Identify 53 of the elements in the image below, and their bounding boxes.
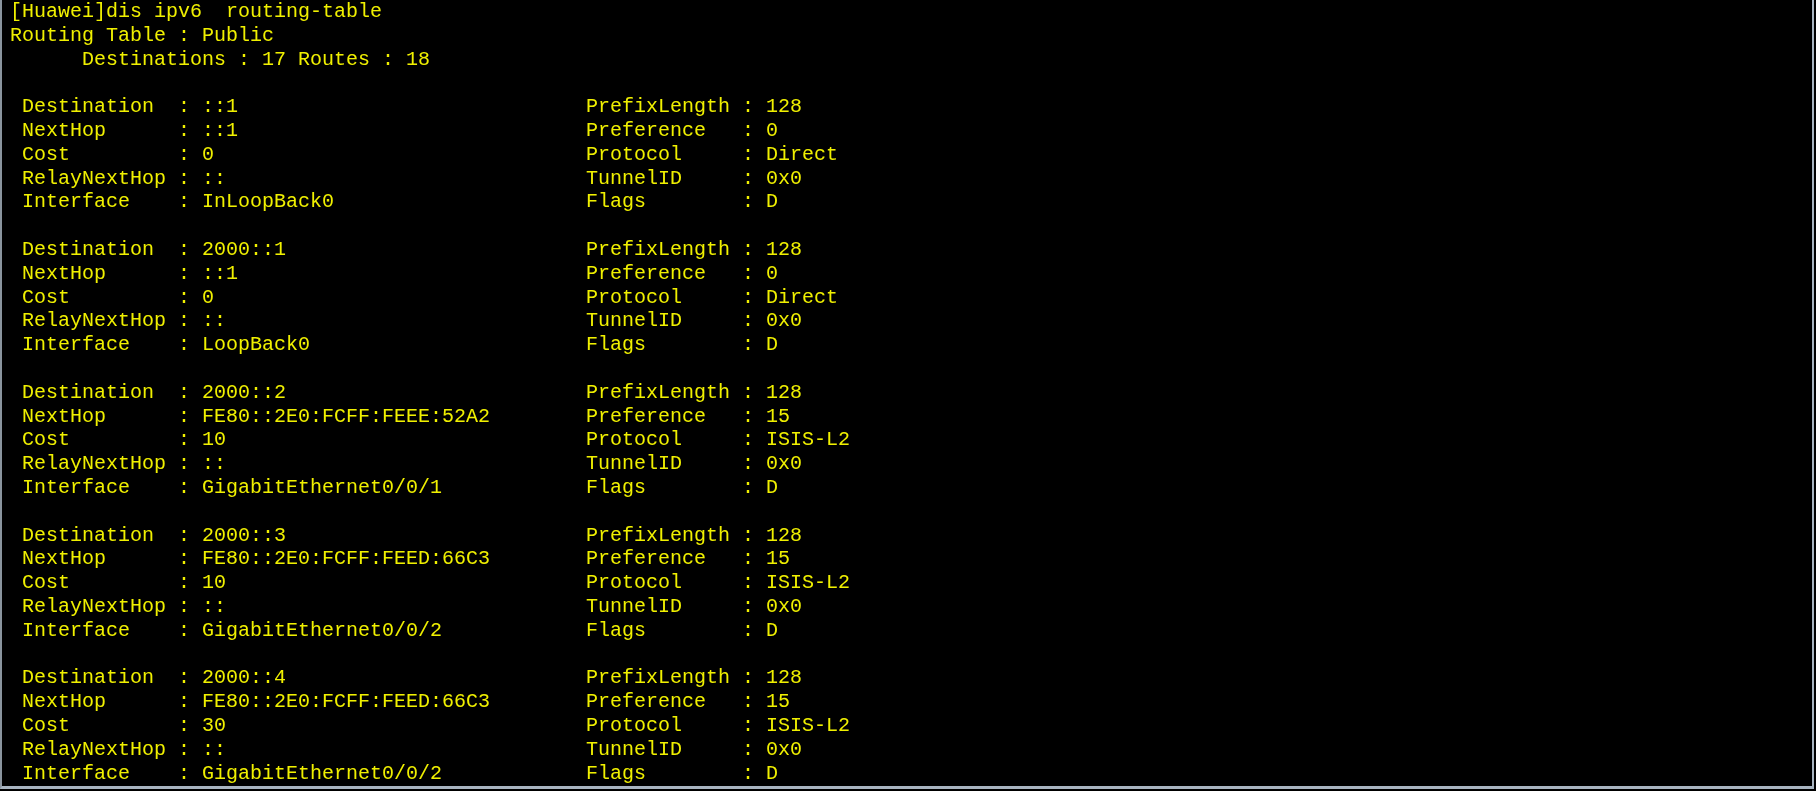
route-field: Destination : 2000::2 [22,380,586,405]
route-field: Protocol : ISIS-L2 [586,428,851,453]
route-field: TunnelID : 0x0 [586,309,803,334]
terminal-line: [Huawei]dis ipv6 routing-table [10,0,383,24]
route-field: TunnelID : 0x0 [586,452,803,476]
route-field: PrefixLength : 128 [586,523,803,548]
route-field: Preference : 15 [586,547,791,572]
terminal-line: Destinations : 17 Routes : 18 [81,47,431,72]
route-field: Protocol : ISIS-L2 [586,571,851,595]
route-field: Preference : 0 [586,261,779,286]
route-field: Flags : D [586,475,779,500]
route-field: RelayNextHop : :: [22,309,586,334]
route-field: Cost : 0 [22,285,586,310]
route-field: Preference : 15 [586,690,791,714]
route-field: Interface : GigabitEthernet0/0/2 [22,618,586,643]
route-field: PrefixLength : 128 [586,380,803,405]
route-field: Interface : InLoopBack0 [22,190,586,215]
route-field: RelayNextHop : :: [22,594,586,619]
route-field: PrefixLength : 128 [586,666,803,691]
route-field: PrefixLength : 128 [586,237,803,262]
route-field: Protocol : Direct [586,142,839,167]
route-field: NextHop : FE80::2E0:FCFF:FEED:66C3 [22,690,586,714]
route-field: Flags : D [586,333,779,357]
route-field: PrefixLength : 128 [586,95,803,119]
route-field: Cost : 10 [22,571,586,595]
route-field: NextHop : FE80::2E0:FCFF:FEEE:52A2 [22,404,586,429]
route-field: RelayNextHop : :: [22,737,586,762]
route-field: Preference : 15 [586,404,791,429]
route-field: Protocol : Direct [586,285,839,310]
route-field: Interface : LoopBack0 [22,333,586,357]
route-field: Destination : ::1 [22,95,586,119]
route-field: Cost : 30 [22,713,586,738]
route-field: Destination : 2000::4 [22,666,586,691]
route-field: TunnelID : 0x0 [586,166,803,191]
route-field: NextHop : ::1 [22,261,586,286]
route-field: RelayNextHop : :: [22,166,586,191]
route-field: Protocol : ISIS-L2 [586,713,851,738]
route-field: Cost : 10 [22,428,586,453]
terminal-line: Routing Table : Public [10,23,275,48]
route-field: Preference : 0 [586,119,779,143]
route-field: NextHop : FE80::2E0:FCFF:FEED:66C3 [22,547,586,572]
route-field: RelayNextHop : :: [22,452,586,476]
route-field: Flags : D [586,618,779,643]
route-field: TunnelID : 0x0 [586,594,803,619]
route-field: Interface : GigabitEthernet0/0/1 [22,475,586,500]
route-field: TunnelID : 0x0 [586,737,803,762]
route-field: Interface : GigabitEthernet0/0/2 [22,761,586,786]
route-field: Destination : 2000::1 [22,237,586,262]
route-field: NextHop : ::1 [22,119,586,143]
route-field: Cost : 0 [22,142,586,167]
route-field: Destination : 2000::3 [22,523,586,548]
route-field: Flags : D [586,761,779,786]
route-field: Flags : D [586,190,779,215]
